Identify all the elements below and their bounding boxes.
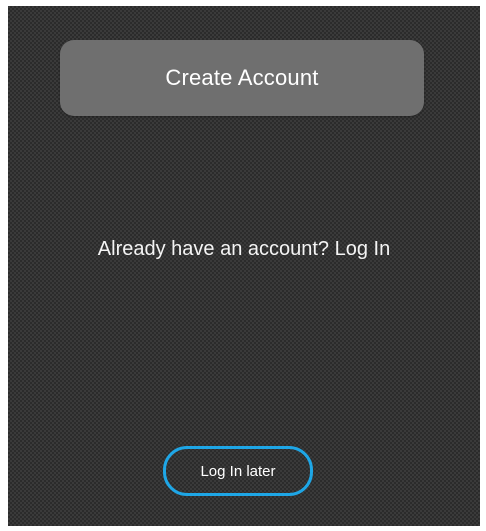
onboarding-screen: Create Account Already have an account? … <box>8 6 480 526</box>
log-in-later-button[interactable]: Log In later <box>163 446 313 496</box>
create-account-label: Create Account <box>165 65 319 90</box>
log-in-later-label: Log In later <box>200 462 276 480</box>
login-link[interactable]: Already have an account? Log In <box>8 238 480 261</box>
create-account-button[interactable]: Create Account <box>60 40 424 116</box>
